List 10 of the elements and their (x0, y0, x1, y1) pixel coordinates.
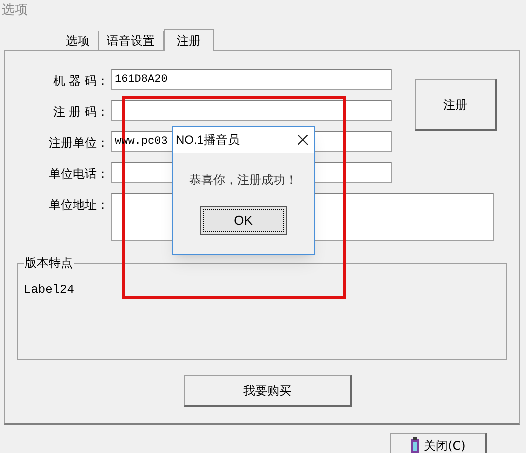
dialog-title: NO.1播音员 (176, 132, 240, 149)
field-label: 注 册 码： (52, 104, 110, 121)
window-title: 选项 (2, 3, 28, 18)
field-label: 机 器 码： (52, 73, 110, 90)
dialog-message: 恭喜你，注册成功！ (190, 172, 298, 189)
info-label: Label24 (24, 282, 74, 299)
field-label: 单位地址： (48, 197, 110, 214)
group-title: 版本特点 (24, 255, 74, 271)
field-label: 注册单位： (48, 135, 110, 152)
field-label: 单位电话： (48, 166, 110, 183)
